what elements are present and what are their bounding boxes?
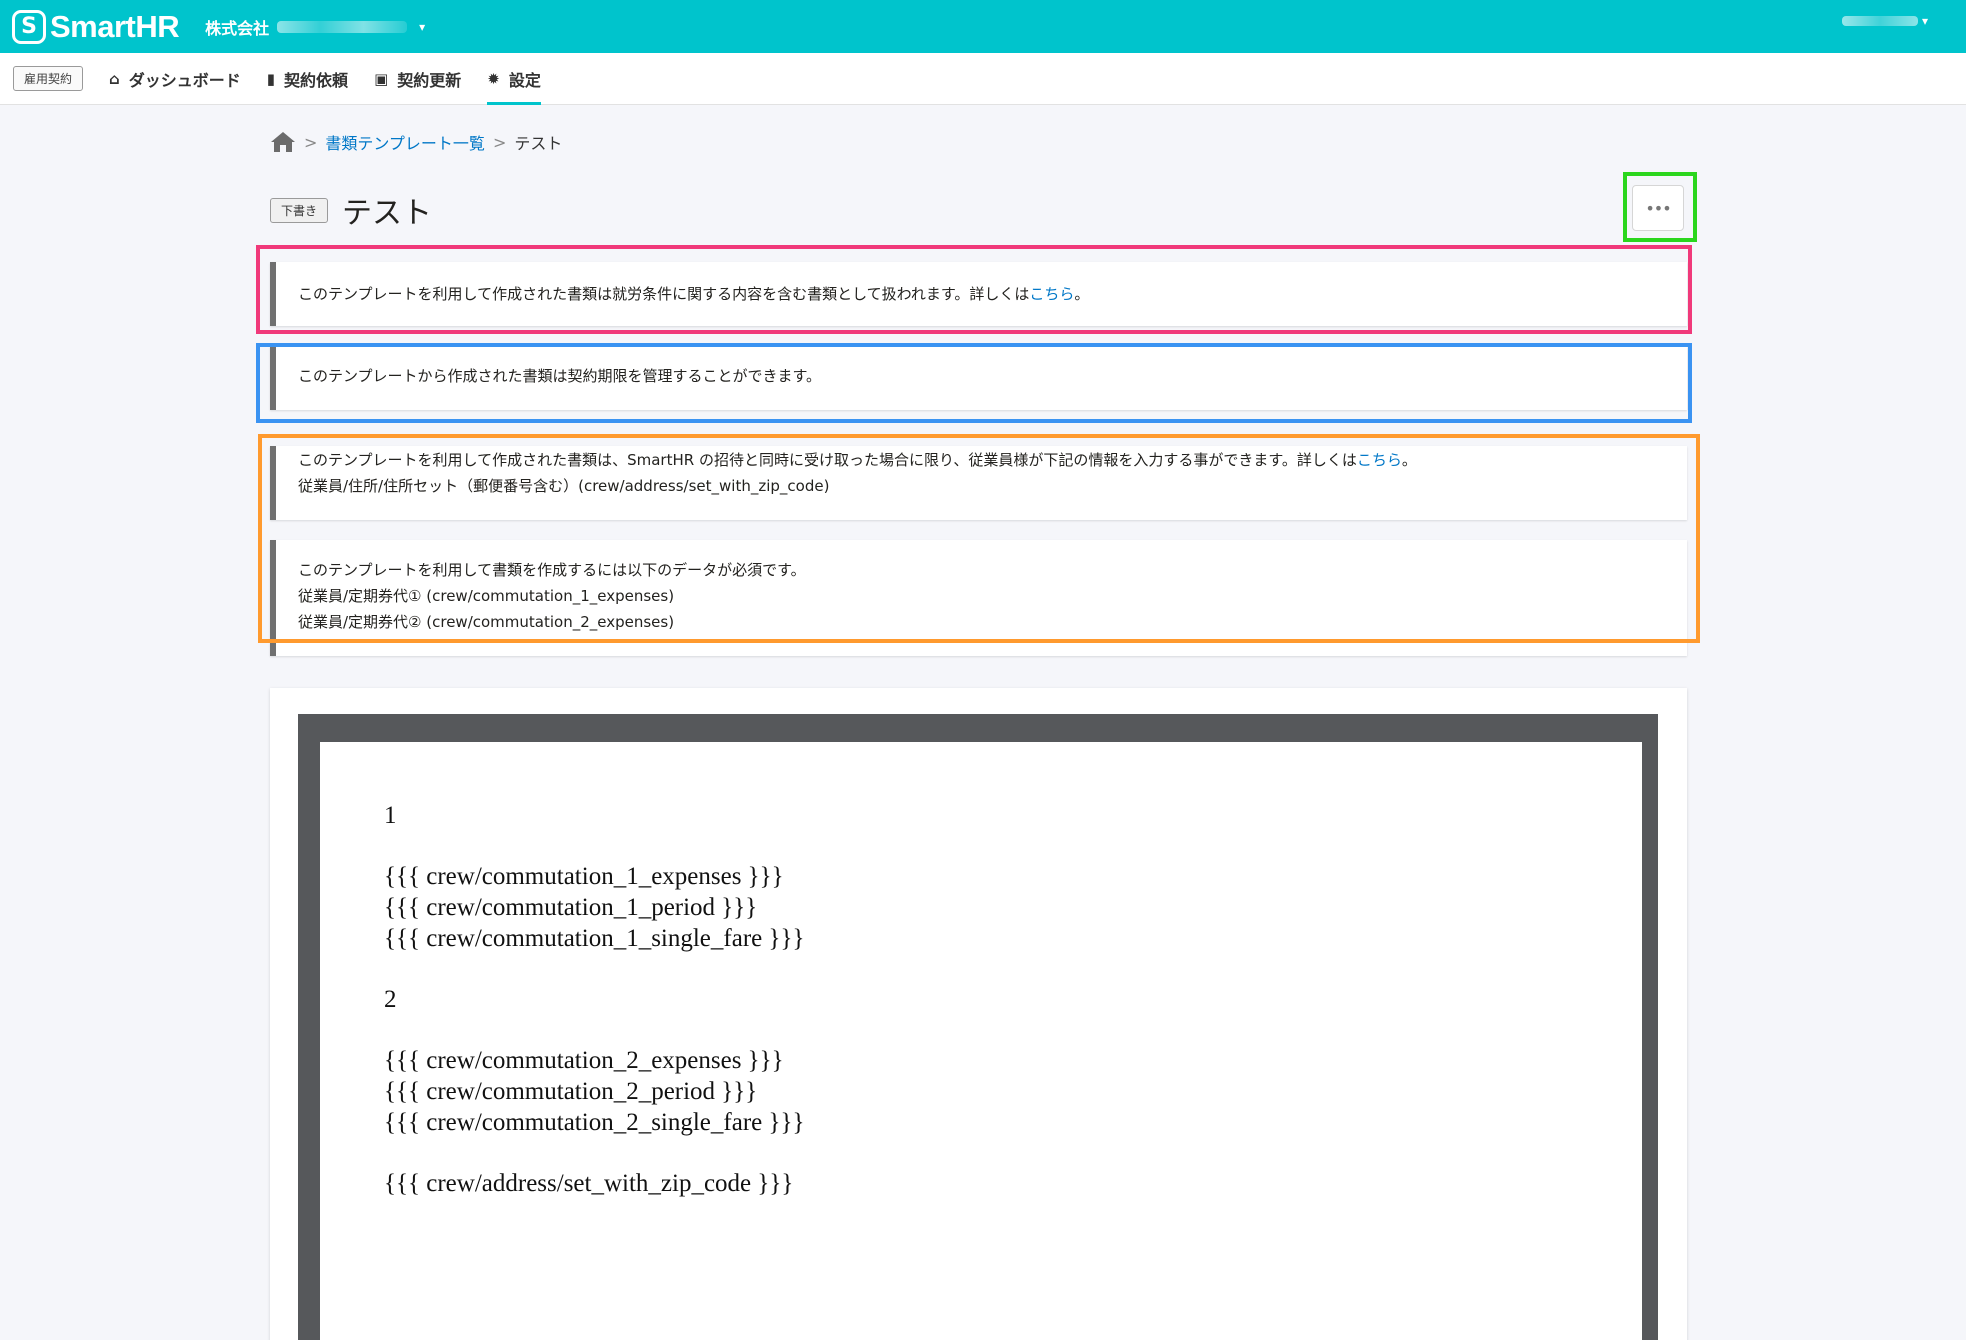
highlight-box-orange xyxy=(258,434,1700,643)
smarthr-logo[interactable]: S SmartHR xyxy=(12,0,180,53)
nav-item-contract-renewal[interactable]: ▣ 契約更新 xyxy=(374,53,461,105)
document-line: 1 xyxy=(384,802,397,829)
app-badge: 雇用契約 xyxy=(13,66,84,91)
smarthr-logo-icon: S xyxy=(12,9,46,44)
top-header: S SmartHR 株式会社 ▾ ▾ xyxy=(0,0,1966,53)
nav-item-settings[interactable]: ✹ 設定 xyxy=(487,53,541,105)
highlight-box-blue xyxy=(256,343,1692,423)
chevron-down-icon: ▾ xyxy=(419,19,426,34)
document-line: {{{ crew/commutation_2_period }}} xyxy=(384,1078,758,1105)
document-line: {{{ crew/commutation_2_single_fare }}} xyxy=(384,1109,805,1136)
document-line: {{{ crew/address/set_with_zip_code }}} xyxy=(384,1170,794,1197)
company-switcher[interactable]: 株式会社 ▾ xyxy=(205,15,425,39)
breadcrumb-separator: > xyxy=(304,132,318,152)
breadcrumb-current: テスト xyxy=(514,134,563,153)
document-line: {{{ crew/commutation_2_expenses }}} xyxy=(384,1047,784,1074)
nav-item-label: 設定 xyxy=(508,70,541,90)
draft-badge: 下書き xyxy=(270,197,329,223)
document-icon: ▮ xyxy=(266,69,276,88)
nav-item-label: ダッシュボード xyxy=(128,70,241,90)
company-name-redacted xyxy=(277,20,408,33)
document-line: {{{ crew/commutation_1_period }}} xyxy=(384,894,758,921)
title-row: 下書き テスト xyxy=(270,188,432,232)
breadcrumb-separator: > xyxy=(492,132,507,152)
chevron-down-icon: ▾ xyxy=(1921,14,1928,28)
calendar-check-icon: ▣ xyxy=(374,69,389,88)
document-line: 2 xyxy=(384,986,397,1013)
home-icon: ⌂ xyxy=(109,69,120,88)
highlight-box-green xyxy=(1623,172,1697,242)
app-navigation: 雇用契約 ⌂ ダッシュボード ▮ 契約依頼 ▣ 契約更新 ✹ 設定 xyxy=(0,53,1966,105)
page-title: テスト xyxy=(342,196,433,231)
breadcrumb: > 書類テンプレート一覧 > テスト xyxy=(270,130,562,154)
breadcrumb-link-template-list[interactable]: 書類テンプレート一覧 xyxy=(325,130,485,154)
document-line: {{{ crew/commutation_1_expenses }}} xyxy=(384,863,784,890)
nav-item-label: 契約更新 xyxy=(397,70,462,90)
nav-item-label: 契約依頼 xyxy=(284,70,349,90)
smarthr-logo-text: SmartHR xyxy=(50,8,180,44)
gear-icon: ✹ xyxy=(487,69,500,88)
nav-item-contract-request[interactable]: ▮ 契約依頼 xyxy=(267,53,348,105)
user-name-redacted xyxy=(1841,16,1918,26)
user-menu[interactable]: ▾ xyxy=(1841,14,1928,28)
document-line: {{{ crew/commutation_1_single_fare }}} xyxy=(384,925,805,952)
highlight-box-red xyxy=(256,245,1692,334)
company-name: 株式会社 xyxy=(205,18,270,38)
document-content: 1 {{{ crew/commutation_1_expenses }}} {{… xyxy=(384,800,805,1199)
home-icon[interactable] xyxy=(270,131,296,153)
nav-item-dashboard[interactable]: ⌂ ダッシュボード xyxy=(109,53,241,105)
